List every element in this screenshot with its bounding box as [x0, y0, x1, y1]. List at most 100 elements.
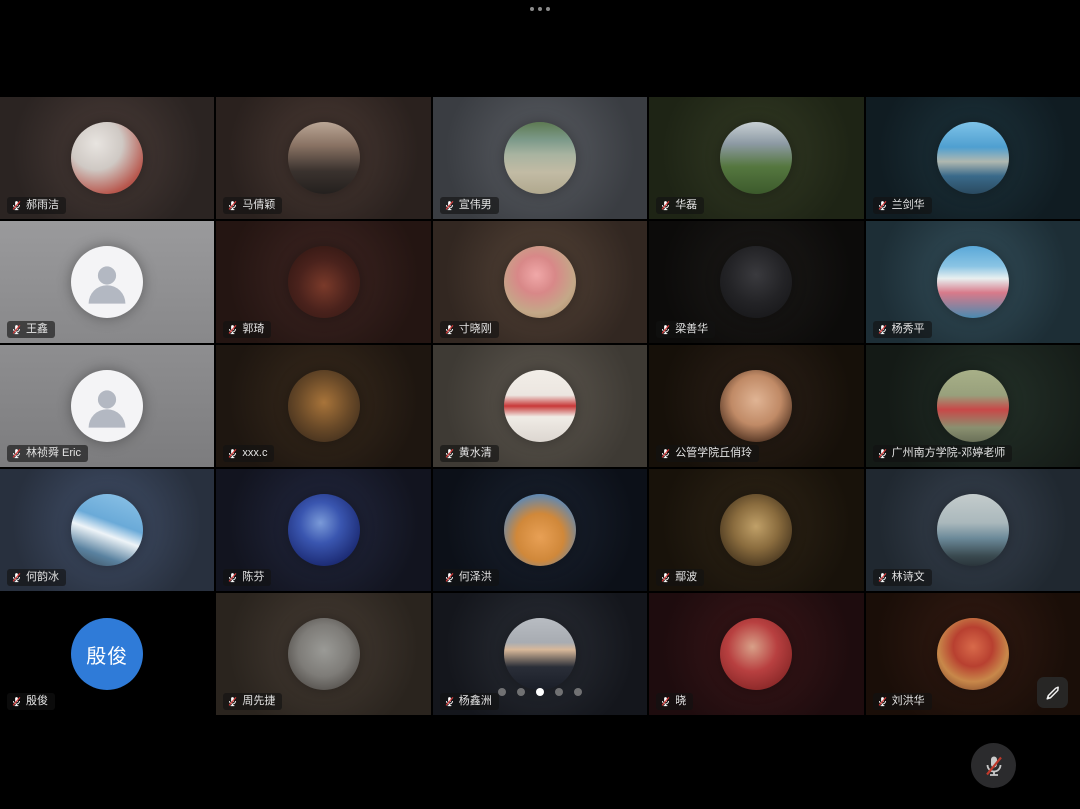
participant-avatar	[288, 494, 360, 566]
participant-grid: 郝雨洁 马倩颖	[0, 97, 1080, 715]
page-indicator[interactable]	[498, 688, 582, 696]
participant-tile[interactable]: 华磊	[649, 97, 863, 219]
participant-name: 何韵冰	[26, 571, 59, 584]
participant-name: 杨鑫洲	[459, 695, 492, 708]
participant-name: 刘洪华	[892, 695, 925, 708]
participant-tile[interactable]: 王鑫	[0, 221, 214, 343]
person-silhouette-icon	[81, 380, 133, 432]
participant-tile[interactable]: 杨秀平	[866, 221, 1080, 343]
participant-tile[interactable]: 林祯舜 Eric	[0, 345, 214, 467]
muted-mic-icon	[444, 200, 455, 211]
page-dot[interactable]	[517, 688, 525, 696]
participant-name: 杨秀平	[892, 323, 925, 336]
participant-name-label: 林诗文	[873, 569, 932, 586]
muted-mic-icon	[877, 200, 888, 211]
muted-mic-icon	[227, 696, 238, 707]
participant-tile[interactable]: 梁善华	[649, 221, 863, 343]
participant-tile[interactable]: 郭琦	[216, 221, 430, 343]
muted-mic-icon	[444, 696, 455, 707]
muted-mic-icon	[227, 448, 238, 459]
participant-name: 华磊	[675, 199, 697, 212]
muted-mic-icon	[11, 696, 22, 707]
ellipsis-dot	[546, 7, 550, 11]
participant-tile[interactable]: 黄水清	[433, 345, 647, 467]
mic-mute-button[interactable]	[971, 743, 1016, 788]
participant-name-label: 郝雨洁	[7, 197, 66, 214]
participant-name-label: 黄水清	[440, 445, 499, 462]
muted-mic-icon	[660, 696, 671, 707]
page-dot[interactable]	[536, 688, 544, 696]
participant-name-label: 殷俊	[7, 693, 55, 710]
muted-mic-icon	[660, 572, 671, 583]
participant-name-label: 华磊	[656, 197, 704, 214]
participant-avatar	[71, 370, 143, 442]
participant-name: 梁善华	[675, 323, 708, 336]
participant-avatar	[71, 246, 143, 318]
participant-name-label: 何泽洪	[440, 569, 499, 586]
participant-name: 寸晓刚	[459, 323, 492, 336]
participant-tile[interactable]: 何韵冰	[0, 469, 214, 591]
participant-tile[interactable]: xxx.c	[216, 345, 430, 467]
muted-mic-icon	[227, 200, 238, 211]
participant-name: 王鑫	[26, 323, 48, 336]
participant-tile[interactable]: 林诗文	[866, 469, 1080, 591]
participant-avatar	[937, 122, 1009, 194]
participant-avatar	[71, 122, 143, 194]
participant-tile[interactable]: 兰剑华	[866, 97, 1080, 219]
participant-tile[interactable]: 陈芬	[216, 469, 430, 591]
participant-name-label: 王鑫	[7, 321, 55, 338]
participant-tile[interactable]: 周先捷	[216, 593, 430, 715]
muted-mic-icon	[982, 754, 1006, 778]
participant-name-label: 陈芬	[223, 569, 271, 586]
page-dot[interactable]	[555, 688, 563, 696]
participant-avatar	[720, 122, 792, 194]
participant-name-label: 刘洪华	[873, 693, 932, 710]
participant-name: xxx.c	[242, 447, 267, 460]
participant-tile[interactable]: 郝雨洁	[0, 97, 214, 219]
muted-mic-icon	[227, 324, 238, 335]
participant-avatar	[288, 122, 360, 194]
participant-name-label: xxx.c	[223, 445, 274, 462]
page-dot[interactable]	[498, 688, 506, 696]
muted-mic-icon	[11, 324, 22, 335]
participant-avatar	[288, 246, 360, 318]
page-dot[interactable]	[574, 688, 582, 696]
participant-name: 鄢波	[675, 571, 697, 584]
muted-mic-icon	[11, 572, 22, 583]
participant-avatar	[71, 494, 143, 566]
participant-name: 公管学院丘俏玲	[675, 447, 752, 460]
participant-name-label: 广州南方学院-邓婷老师	[873, 445, 1013, 462]
participant-tile[interactable]: 寸晓刚	[433, 221, 647, 343]
muted-mic-icon	[877, 324, 888, 335]
muted-mic-icon	[444, 448, 455, 459]
participant-tile[interactable]: 晓	[649, 593, 863, 715]
participant-avatar	[720, 370, 792, 442]
participant-name: 陈芬	[242, 571, 264, 584]
more-options-indicator[interactable]	[530, 7, 550, 11]
participant-avatar: 殷俊	[71, 618, 143, 690]
participant-tile[interactable]: 宣伟男	[433, 97, 647, 219]
participant-tile[interactable]: 马倩颖	[216, 97, 430, 219]
participant-tile[interactable]: 殷俊 殷俊	[0, 593, 214, 715]
participant-name-label: 晓	[656, 693, 693, 710]
participant-name-label: 寸晓刚	[440, 321, 499, 338]
muted-mic-icon	[660, 200, 671, 211]
participant-avatar	[720, 494, 792, 566]
participant-tile[interactable]: 杨鑫洲	[433, 593, 647, 715]
participant-avatar	[504, 370, 576, 442]
ellipsis-dot	[530, 7, 534, 11]
muted-mic-icon	[877, 448, 888, 459]
participant-name: 晓	[675, 695, 686, 708]
participant-tile[interactable]: 何泽洪	[433, 469, 647, 591]
participant-avatar	[720, 618, 792, 690]
annotation-pen-icon	[1044, 684, 1061, 701]
participant-avatar	[937, 370, 1009, 442]
participant-tile[interactable]: 鄢波	[649, 469, 863, 591]
muted-mic-icon	[877, 572, 888, 583]
participant-name: 郭琦	[242, 323, 264, 336]
muted-mic-icon	[227, 572, 238, 583]
participant-tile[interactable]: 公管学院丘俏玲	[649, 345, 863, 467]
participant-tile[interactable]: 广州南方学院-邓婷老师	[866, 345, 1080, 467]
participant-name-label: 鄢波	[656, 569, 704, 586]
annotation-pen-button[interactable]	[1037, 677, 1068, 708]
